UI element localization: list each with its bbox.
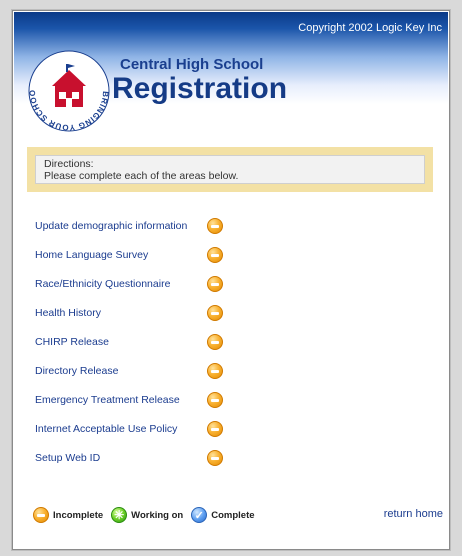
task-row: Directory Release bbox=[35, 356, 223, 385]
task-link-internet-aup[interactable]: Internet Acceptable Use Policy bbox=[35, 423, 207, 435]
header-banner: Copyright 2002 Logic Key Inc BRINGING YO… bbox=[14, 12, 448, 132]
return-home-link[interactable]: return home bbox=[384, 508, 443, 520]
task-row: Update demographic information bbox=[35, 211, 223, 240]
directions-box: Directions: Please complete each of the … bbox=[27, 147, 433, 192]
task-link-emergency-treatment[interactable]: Emergency Treatment Release bbox=[35, 394, 207, 406]
school-logo: BRINGING YOUR SCHOOL TOGETHER bbox=[26, 48, 110, 132]
incomplete-icon bbox=[207, 304, 223, 321]
status-legend: Incomplete Working on Complete bbox=[33, 507, 263, 524]
incomplete-icon bbox=[207, 275, 223, 292]
task-link-update-demographic[interactable]: Update demographic information bbox=[35, 220, 207, 232]
task-list: Update demographic information Home Lang… bbox=[35, 211, 223, 472]
task-link-home-language-survey[interactable]: Home Language Survey bbox=[35, 249, 207, 261]
task-link-directory-release[interactable]: Directory Release bbox=[35, 365, 207, 377]
task-row: Internet Acceptable Use Policy bbox=[35, 414, 223, 443]
incomplete-icon bbox=[207, 449, 223, 466]
task-row: Emergency Treatment Release bbox=[35, 385, 223, 414]
legend-working-label: Working on bbox=[131, 509, 184, 521]
complete-icon bbox=[191, 507, 208, 524]
task-link-race-ethnicity[interactable]: Race/Ethnicity Questionnaire bbox=[35, 278, 207, 290]
incomplete-icon bbox=[33, 507, 49, 523]
page-frame: Copyright 2002 Logic Key Inc BRINGING YO… bbox=[12, 10, 450, 550]
incomplete-icon bbox=[207, 391, 223, 408]
task-row: Health History bbox=[35, 298, 223, 327]
directions-text: Please complete each of the areas below. bbox=[44, 170, 239, 182]
legend-complete-label: Complete bbox=[211, 509, 255, 521]
incomplete-icon bbox=[207, 246, 223, 263]
incomplete-icon bbox=[207, 362, 223, 379]
school-name: Central High School bbox=[120, 56, 264, 73]
task-link-setup-web-id[interactable]: Setup Web ID bbox=[35, 452, 207, 464]
incomplete-icon bbox=[207, 420, 223, 437]
directions-inner: Directions: Please complete each of the … bbox=[35, 155, 425, 184]
legend-incomplete-label: Incomplete bbox=[53, 509, 104, 521]
task-row: Home Language Survey bbox=[35, 240, 223, 269]
incomplete-icon bbox=[207, 333, 223, 350]
incomplete-icon bbox=[207, 217, 223, 234]
task-link-chirp-release[interactable]: CHIRP Release bbox=[35, 336, 207, 348]
task-row: Setup Web ID bbox=[35, 443, 223, 472]
page-title: Registration bbox=[112, 72, 288, 105]
working-on-icon bbox=[111, 507, 128, 523]
directions-heading: Directions: bbox=[44, 158, 94, 170]
task-link-health-history[interactable]: Health History bbox=[35, 307, 207, 319]
task-row: Race/Ethnicity Questionnaire bbox=[35, 269, 223, 298]
task-row: CHIRP Release bbox=[35, 327, 223, 356]
copyright-text: Copyright 2002 Logic Key Inc bbox=[298, 22, 442, 34]
